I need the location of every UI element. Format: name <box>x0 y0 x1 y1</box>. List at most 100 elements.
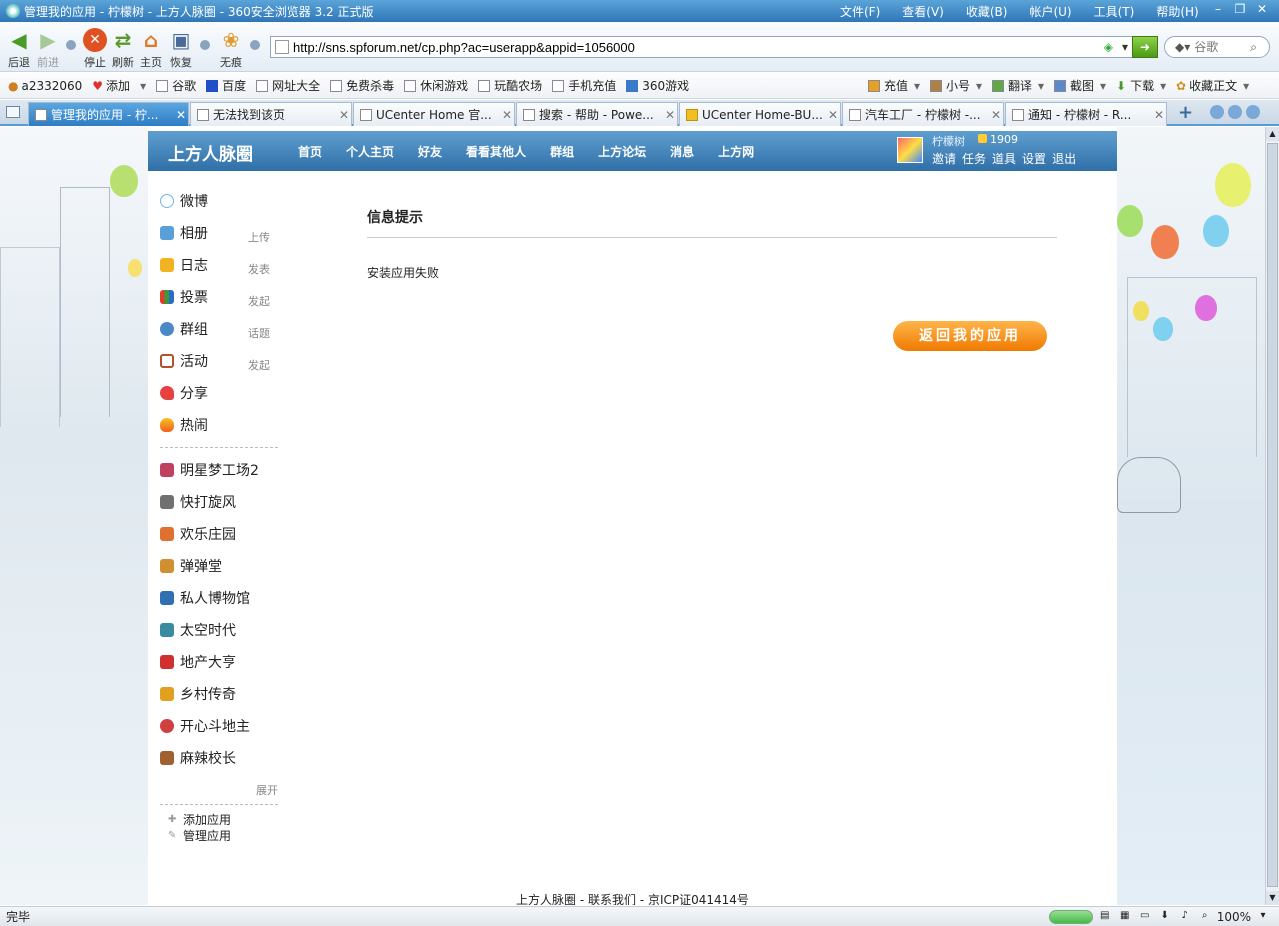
add-bookmark-button[interactable]: ♥ 添加 ▾ <box>92 77 146 94</box>
incognito-button[interactable]: ❀ 无痕 <box>216 24 246 70</box>
back-button[interactable]: ◀ 后退 <box>4 24 34 70</box>
tab-ucenter-official[interactable]: UCenter Home 官... ✕ <box>353 102 515 126</box>
manage-apps-link[interactable]: ✎ 管理应用 <box>168 827 278 843</box>
search-engine-icon[interactable]: ◆▾ <box>1175 40 1190 54</box>
scroll-down-icon[interactable]: ▼ <box>1266 891 1279 905</box>
bookmark-google[interactable]: 谷歌 <box>156 77 196 94</box>
settings-link[interactable]: 设置 <box>1022 150 1046 167</box>
restore-dropdown-icon[interactable] <box>200 40 210 50</box>
sidebar-toggle-icon[interactable] <box>6 106 20 118</box>
bookmark-antivirus[interactable]: 免费杀毒 <box>330 77 394 94</box>
menu-account[interactable]: 帐户(U) <box>1029 3 1071 20</box>
app-item-spicy-principal[interactable]: 麻辣校长 <box>160 742 278 774</box>
sidebar-item-groups[interactable]: 群组 话题 <box>160 313 278 345</box>
nav-portal[interactable]: 上方网 <box>718 143 754 160</box>
start-event-link[interactable]: 发起 <box>248 357 270 373</box>
bookmark-360-games[interactable]: 360游戏 <box>626 77 689 94</box>
download-button[interactable]: ⬇ 下载 ▾ <box>1116 77 1166 94</box>
zoom-dropdown-icon[interactable]: ▾ <box>1255 910 1271 924</box>
save-page-button[interactable]: ✿ 收藏正文 ▾ <box>1176 77 1249 94</box>
scrollbar-thumb[interactable] <box>1267 143 1278 887</box>
scroll-up-icon[interactable]: ▲ <box>1266 127 1279 141</box>
url-input[interactable] <box>293 39 1104 55</box>
avatar[interactable] <box>897 137 923 163</box>
start-poll-link[interactable]: 发起 <box>248 293 270 309</box>
items-link[interactable]: 道具 <box>992 150 1016 167</box>
add-dropdown-icon[interactable]: ▾ <box>140 79 146 93</box>
zoom-icon[interactable]: ⌕ <box>1197 910 1213 924</box>
search-icon[interactable]: ⌕ <box>1250 40 1257 55</box>
menu-favorites[interactable]: 收藏(B) <box>966 3 1008 20</box>
bookmark-farm[interactable]: 玩酷农场 <box>478 77 542 94</box>
tab-scroll-right-icon[interactable] <box>1246 105 1260 119</box>
close-icon[interactable]: ✕ <box>1251 2 1273 16</box>
bookmark-baidu[interactable]: 百度 <box>206 77 246 94</box>
app-item-village-legend[interactable]: 乡村传奇 <box>160 678 278 710</box>
restore-button[interactable]: ▣ 恢复 <box>166 24 196 70</box>
page-icon[interactable]: ▤ <box>1097 910 1113 924</box>
nav-messages[interactable]: 消息 <box>670 143 694 160</box>
sidebar-item-share[interactable]: 分享 <box>160 377 278 409</box>
forward-button[interactable]: ▶ 前进 <box>33 24 63 70</box>
logout-link[interactable]: 退出 <box>1052 150 1076 167</box>
app-item-landlord[interactable]: 开心斗地主 <box>160 710 278 742</box>
app-item-star-dream[interactable]: 明星梦工场2 <box>160 454 278 486</box>
sidebar-item-weibo[interactable]: 微博 <box>160 185 278 217</box>
publish-link[interactable]: 发表 <box>248 261 270 277</box>
home-button[interactable]: ⌂ 主页 <box>136 24 166 70</box>
translate-button[interactable]: 翻译 ▾ <box>992 77 1044 94</box>
tab-close-icon[interactable]: ✕ <box>663 108 677 122</box>
stop-button[interactable]: ✕ 停止 <box>80 24 110 70</box>
tab-page-not-found[interactable]: 无法找到该页 ✕ <box>190 102 352 126</box>
history-dropdown-icon[interactable] <box>66 40 76 50</box>
sidebar-item-blog[interactable]: 日志 发表 <box>160 249 278 281</box>
sidebar-item-trending[interactable]: 热闹 <box>160 409 278 441</box>
tab-search-help[interactable]: 搜索 - 帮助 - Powe... ✕ <box>516 102 678 126</box>
maximize-icon[interactable]: ❐ <box>1229 2 1251 16</box>
zoom-level[interactable]: 100% <box>1217 910 1251 924</box>
search-input[interactable] <box>1194 40 1251 54</box>
vertical-scrollbar[interactable]: ▲ ▼ <box>1265 127 1279 905</box>
menu-file[interactable]: 文件(F) <box>840 3 880 20</box>
expand-link[interactable]: 展开 <box>160 782 278 798</box>
tab-notifications[interactable]: 通知 - 柠檬树 - R... ✕ <box>1005 102 1167 126</box>
app-item-space-age[interactable]: 太空时代 <box>160 614 278 646</box>
bookmark-casual-games[interactable]: 休闲游戏 <box>404 77 468 94</box>
add-app-link[interactable]: ✚ 添加应用 <box>168 811 278 827</box>
tab-close-icon[interactable]: ✕ <box>337 108 351 122</box>
go-button[interactable]: ➜ <box>1132 36 1158 58</box>
tab-ucenter-bugs[interactable]: UCenter Home-BU... ✕ <box>679 102 841 126</box>
nav-browse-others[interactable]: 看看其他人 <box>466 143 526 160</box>
invite-link[interactable]: 邀请 <box>932 150 956 167</box>
tab-scroll-left-icon[interactable] <box>1210 105 1224 119</box>
minimize-icon[interactable]: – <box>1207 2 1229 16</box>
username[interactable]: 柠檬树 <box>932 133 965 149</box>
nav-groups[interactable]: 群组 <box>550 143 574 160</box>
menu-help[interactable]: 帮助(H) <box>1156 3 1198 20</box>
nav-friends[interactable]: 好友 <box>418 143 442 160</box>
tab-list-icon[interactable] <box>1228 105 1242 119</box>
topic-link[interactable]: 话题 <box>248 325 270 341</box>
new-tab-icon[interactable]: + <box>1178 102 1193 123</box>
url-dropdown-icon[interactable]: ▾ <box>1117 40 1133 54</box>
app-item-ddtank[interactable]: 弹弹堂 <box>160 550 278 582</box>
notes-icon[interactable]: ▦ <box>1117 910 1133 924</box>
tasks-link[interactable]: 任务 <box>962 150 986 167</box>
download-icon[interactable]: ⬇ <box>1157 910 1173 924</box>
sidebar-item-album[interactable]: 相册 上传 <box>160 217 278 249</box>
tab-close-icon[interactable]: ✕ <box>500 108 514 122</box>
screenshot-button[interactable]: 截图 ▾ <box>1054 77 1106 94</box>
site-logo[interactable]: 上方人脉圈 <box>168 140 253 165</box>
app-item-real-estate[interactable]: 地产大亨 <box>160 646 278 678</box>
bookmark-directory[interactable]: 网址大全 <box>256 77 320 94</box>
back-to-my-apps-button[interactable]: 返回我的应用 <box>893 321 1047 351</box>
speed-mode-toggle[interactable] <box>1048 910 1093 924</box>
tab-close-icon[interactable]: ✕ <box>174 108 188 122</box>
menu-view[interactable]: 查看(V) <box>902 3 944 20</box>
recharge-button[interactable]: 充值 ▾ <box>868 77 920 94</box>
app-item-street-fighter[interactable]: 快打旋风 <box>160 486 278 518</box>
user-account[interactable]: ● a2332060 <box>8 79 82 93</box>
app-item-private-museum[interactable]: 私人博物馆 <box>160 582 278 614</box>
refresh-button[interactable]: ⇄ 刷新 <box>108 24 138 70</box>
tab-manage-apps[interactable]: 管理我的应用 - 柠... ✕ <box>28 102 189 126</box>
